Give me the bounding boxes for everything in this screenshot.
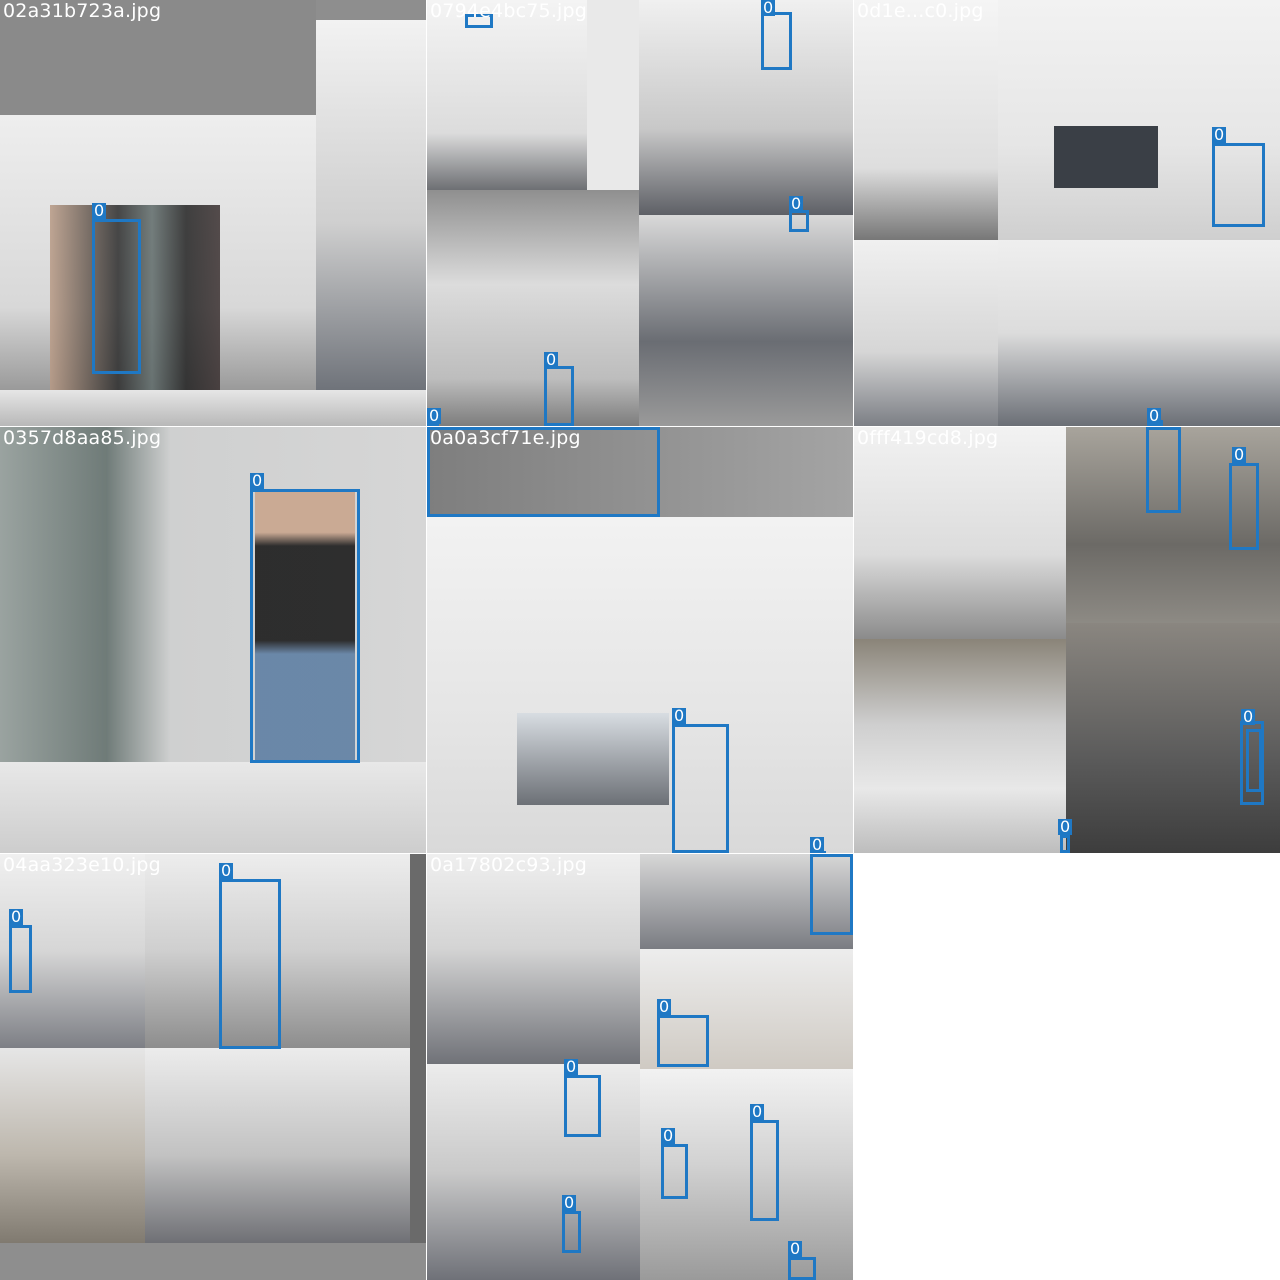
tile-filename: 0d1e...c0.jpg [857,0,984,22]
photo-patch [0,1048,145,1243]
empty-tile [854,854,1280,1280]
mosaic-tile-6: 0 0 0 0fff419cd8.jpg [854,427,1280,853]
photo-patch [316,20,426,390]
bounding-box [789,210,809,232]
class-label: 0 [564,1057,579,1076]
mosaic-tile-8: 0 0 0 0 0 0 0 0a17802c93.jpg [427,854,853,1280]
bounding-box [1229,463,1259,550]
class-label: 0 [810,835,825,853]
mosaic-tile-5: 0 0 0a0a3cf71e.jpg [427,427,853,853]
tile-filename: 04aa323e10.jpg [3,854,161,876]
class-label: 0 [788,1239,803,1258]
bounding-box [564,1075,601,1137]
photo-patch [998,240,1280,426]
bounding-box [9,925,32,993]
tile-divider [0,853,854,854]
bounding-box [544,366,574,426]
bounding-box [92,219,141,374]
class-label: 0 [1241,707,1256,726]
bounding-box [1212,143,1265,227]
photo-patch [0,390,426,426]
photo-patch [639,0,853,215]
photo-patch [427,854,640,1064]
class-label: 0 [810,854,825,855]
tv-screen [1054,126,1158,188]
photo-patch [854,240,998,426]
class-label: 0 [92,201,107,220]
bounding-box [657,1015,709,1067]
mosaic-tile-1: 0 02a31b723a.jpg [0,0,426,426]
tile-filename: 0794e4bc75.jpg [430,0,588,22]
photo-patch [0,762,426,853]
tv-screen [517,713,669,805]
mosaic-tile-7: 0 0 04aa323e10.jpg [0,854,426,1280]
mosaic-tile-3: 0 0 0d1e...c0.jpg [854,0,1280,426]
tile-filename: 0a0a3cf71e.jpg [430,427,581,449]
bounding-box [1060,835,1070,853]
bounding-box [750,1120,779,1221]
photo-patch [0,1243,426,1280]
tile-divider [853,0,854,854]
mosaic-grid: 0 02a31b723a.jpg 0 0 0 0 0794e4bc75.jpg … [0,0,1280,1280]
bounding-box [672,724,729,853]
photo-patch [854,0,998,240]
class-label: 0 [219,861,234,880]
class-label: 0 [250,471,265,490]
class-label: 0 [672,706,687,725]
class-label: 0 [657,997,672,1016]
class-label: 0 [562,1193,577,1212]
class-label: 0 [1058,817,1073,836]
tile-filename: 0357d8aa85.jpg [3,427,162,449]
photo-patch [0,427,426,762]
bounding-box [661,1144,688,1199]
bounding-box [1246,729,1262,792]
class-label: 0 [750,1102,765,1121]
photo-patch [427,190,639,426]
bounding-box [810,854,853,935]
class-label: 0 [1212,125,1227,144]
photo-patch [410,854,426,1280]
tile-filename: 0a17802c93.jpg [430,854,588,876]
tile-filename: 0fff419cd8.jpg [857,427,999,449]
photo-patch [854,639,1066,853]
class-label: 0 [544,350,559,369]
bounding-box [788,1257,816,1280]
photo-patch [587,0,639,215]
photo-patch [854,427,1066,639]
class-label: 0 [1232,445,1247,464]
mosaic-tile-2: 0 0 0 0 0794e4bc75.jpg [427,0,853,426]
class-label: 0 [9,907,24,926]
photo-patch [427,0,587,190]
photo-patch [427,1064,640,1280]
bounding-box [562,1211,581,1253]
tile-divider [426,0,427,1280]
class-label: 0 [427,406,442,425]
class-label: 0 [761,0,776,17]
photo-patch [145,1048,410,1243]
tile-filename: 02a31b723a.jpg [3,0,162,22]
class-label: 0 [661,1126,676,1145]
tile-divider [0,426,1280,427]
bounding-box [250,489,360,763]
class-label: 0 [789,194,804,213]
class-label: 0 [1147,406,1162,425]
bounding-box [219,879,281,1049]
bounding-box [1146,427,1181,513]
mosaic-tile-4: 0 0357d8aa85.jpg [0,427,426,853]
bounding-box [761,12,792,70]
photo-patch [639,215,853,426]
